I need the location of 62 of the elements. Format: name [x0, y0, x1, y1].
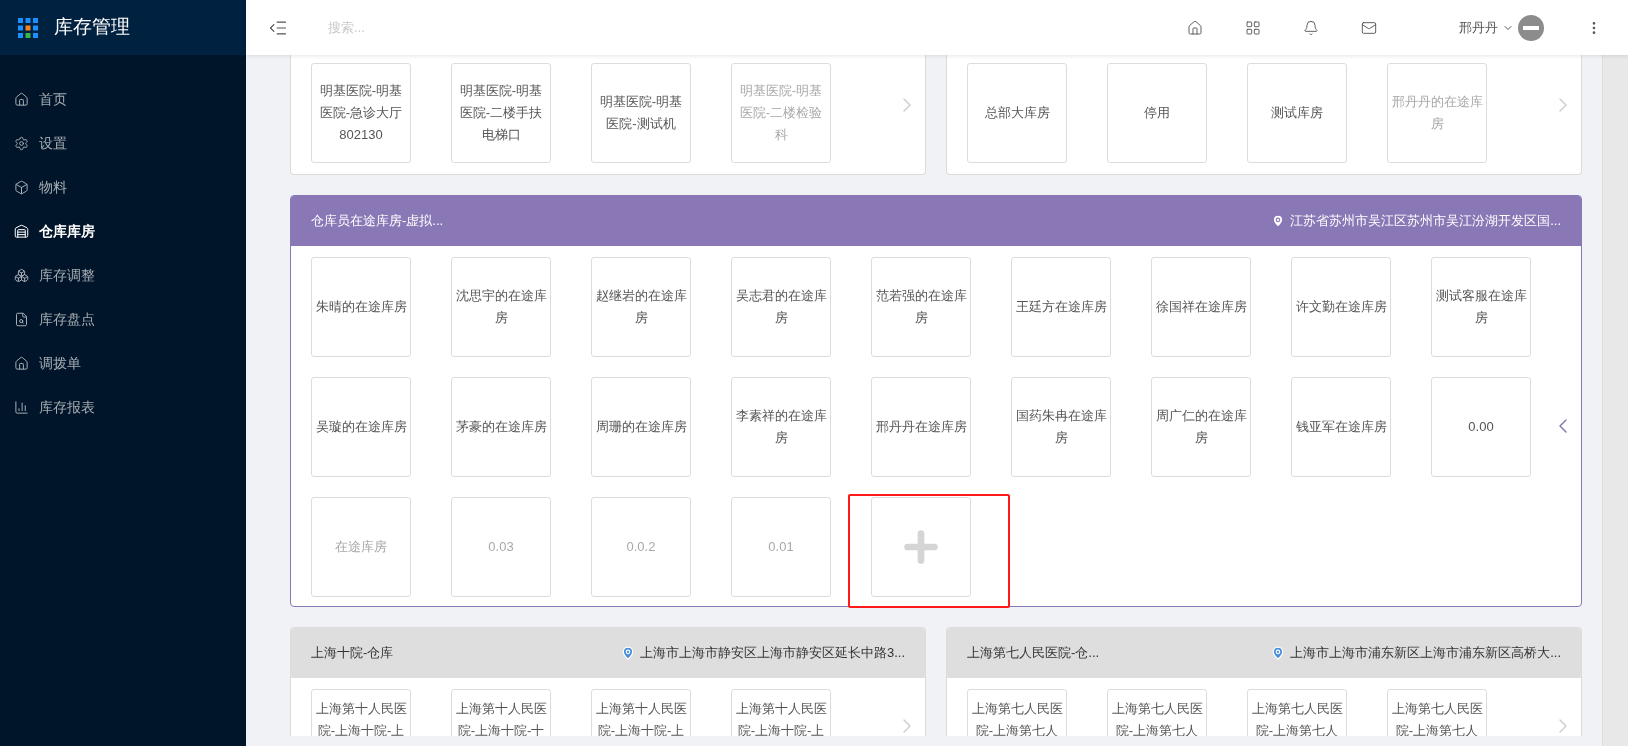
scrollbar[interactable] [1602, 55, 1628, 746]
sidebar-item[interactable]: 库存盘点 [0, 297, 246, 341]
panel-address: 上海市上海市静安区上海市静安区延长中路3... [639, 644, 905, 663]
mail-icon[interactable] [1361, 19, 1377, 36]
bar-chart-icon [14, 399, 29, 415]
house-icon [14, 355, 29, 371]
warehouse-card[interactable]: 李素祥的在途库房 [731, 377, 831, 477]
warehouse-card[interactable]: 茅豪的在途库房 [451, 377, 551, 477]
warehouse-card[interactable]: 许文勤在途库房 [1291, 257, 1391, 357]
warehouse-card[interactable]: 吴志君的在途库房 [731, 257, 831, 357]
warehouse-card[interactable]: 测试客服在途库房 [1431, 257, 1531, 357]
warehouse-card[interactable]: 徐国祥在途库房 [1151, 257, 1251, 357]
location-pin-icon [1271, 646, 1286, 660]
panel-address: 江苏省苏州市吴江区苏州市吴江汾湖开发区国... [1290, 212, 1561, 231]
warehouse-card[interactable]: 朱晴的在途库房 [311, 257, 411, 357]
home-icon[interactable] [1187, 19, 1203, 36]
panel-title: 仓库员在途库房-虚拟... [311, 212, 444, 231]
warehouse-card[interactable]: 测试库房 [1247, 63, 1347, 163]
warehouse-card[interactable]: 0.00 [1431, 377, 1531, 477]
warehouse-card[interactable]: 周广仁的在途库房 [1151, 377, 1251, 477]
warehouse-card[interactable]: 上海第十人民医院-上海十院-上 [311, 689, 411, 736]
location-pin-icon [620, 646, 635, 660]
warehouse-card[interactable]: 邢丹丹在途库房 [871, 377, 971, 477]
add-card-button[interactable] [871, 497, 971, 597]
circles-icon [14, 267, 29, 283]
sidebar-item[interactable]: 设置 [0, 121, 246, 165]
sidebar-item[interactable]: 首页 [0, 77, 246, 121]
warehouse-card[interactable]: 沈思宇的在途库房 [451, 257, 551, 357]
box-icon [14, 179, 29, 195]
warehouse-card[interactable]: 周珊的在途库房 [591, 377, 691, 477]
warehouse-card[interactable]: 王廷方在途库房 [1011, 257, 1111, 357]
app-grid-icon [18, 17, 38, 38]
warehouse-card[interactable]: 国药朱冉在途库房 [1011, 377, 1111, 477]
warehouse-card[interactable]: 总部大库房 [967, 63, 1067, 163]
warehouse-icon [14, 223, 29, 239]
panel-title: 上海十院-仓库 [311, 644, 394, 663]
user-menu[interactable]: 邢丹丹 [1459, 14, 1544, 41]
warehouse-card[interactable]: 赵继岩的在途库房 [591, 257, 691, 357]
warehouse-card[interactable]: 上海第十人民医院-上海十院-上 [591, 689, 691, 736]
warehouse-card[interactable]: 钱亚军在途库房 [1291, 377, 1391, 477]
sidebar-item[interactable]: 调拨单 [0, 341, 246, 385]
settings-icon [14, 135, 29, 151]
warehouse-card[interactable]: 范若强的在途库房 [871, 257, 971, 357]
document-search-icon [14, 311, 29, 327]
app-title: 库存管理 [54, 15, 130, 40]
home-icon [14, 91, 29, 107]
sidebar-item[interactable]: 物料 [0, 165, 246, 209]
warehouse-card[interactable]: 明基医院-明基医院-二楼手扶电梯口 [451, 63, 551, 163]
warehouse-card[interactable]: 上海第十人民医院-上海十院-上 [731, 689, 831, 736]
avatar-icon [1518, 14, 1544, 41]
warehouse-card[interactable]: 停用 [1107, 63, 1207, 163]
panel-address: 上海市上海市浦东新区上海市浦东新区高桥大... [1290, 644, 1561, 663]
warehouse-card[interactable]: 上海第十人民医院-上海十院-十 [451, 689, 551, 736]
sidebar-item[interactable]: 库存调整 [0, 253, 246, 297]
notification-icon[interactable] [1303, 19, 1319, 36]
warehouse-card[interactable]: 吴璇的在途库房 [311, 377, 411, 477]
warehouse-card[interactable]: 明基医院-明基医院-测试机 [591, 63, 691, 163]
warehouse-card[interactable]: 明基医院-明基医院-急诊大厅802130 [311, 63, 411, 163]
grid-icon[interactable] [1245, 19, 1261, 36]
panel-title: 上海第七人民医院-仓... [967, 644, 1100, 663]
sidebar-item[interactable]: 仓库库房 [0, 209, 246, 253]
sidebar-item[interactable]: 库存报表 [0, 385, 246, 429]
